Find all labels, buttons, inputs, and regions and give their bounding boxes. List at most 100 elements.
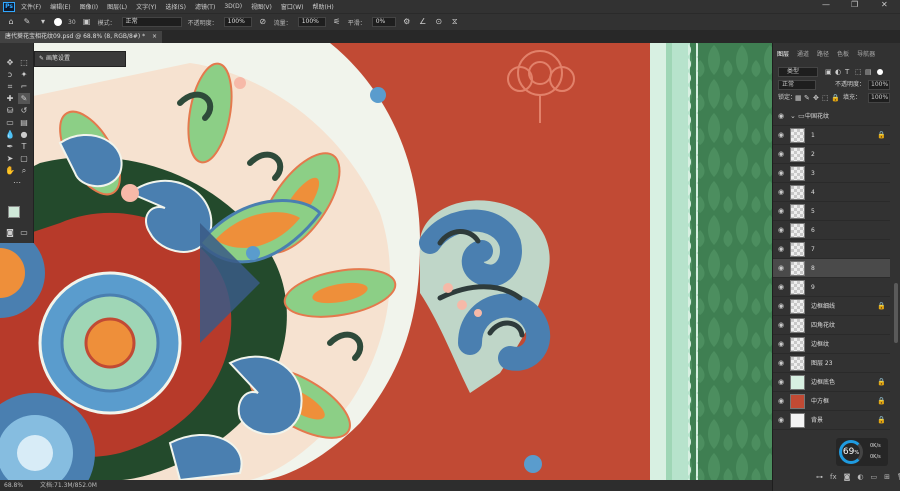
rectangle-tool-icon[interactable]: ▢ — [18, 153, 30, 164]
lock-move-icon[interactable]: ✥ — [813, 92, 819, 104]
new-layer-icon[interactable]: ⊞ — [884, 473, 890, 481]
visibility-eye-icon[interactable]: ◉ — [778, 169, 786, 177]
layer-row[interactable]: ◉ 6 — [773, 221, 890, 240]
filter-smart-icon[interactable]: ▤ — [865, 66, 872, 78]
pressure-opacity-icon[interactable]: ⊘ — [258, 17, 268, 27]
layer-row[interactable]: ◉ 8 — [773, 259, 890, 278]
visibility-eye-icon[interactable]: ◉ — [778, 340, 786, 348]
layer-row[interactable]: ◉ 4 — [773, 183, 890, 202]
eraser-icon[interactable]: ▭ — [4, 117, 16, 128]
brush-preset-picker[interactable] — [54, 18, 62, 26]
smoothing-options-gear-icon[interactable]: ⚙ — [402, 17, 412, 27]
visibility-eye-icon[interactable]: ◉ — [778, 188, 786, 196]
tab-paths[interactable]: 路径 — [817, 49, 829, 61]
layer-row[interactable]: ◉ 边框细线 🔒 — [773, 297, 890, 316]
tab-swatches[interactable]: 色板 — [837, 49, 849, 61]
magic-wand-icon[interactable]: ✦ — [18, 69, 30, 80]
menu-view[interactable]: 视图(V) — [251, 2, 272, 11]
visibility-eye-icon[interactable]: ◉ — [778, 131, 786, 139]
pen-tool-icon[interactable]: ✒ — [4, 141, 16, 152]
group-folder-icon[interactable]: ⌄ ▭ — [790, 112, 805, 120]
filter-shape-icon[interactable]: ⬚ — [855, 66, 862, 78]
filter-toggle[interactable] — [877, 69, 883, 75]
blend-mode-select[interactable]: 正常 — [778, 80, 816, 90]
visibility-eye-icon[interactable]: ◉ — [778, 321, 786, 329]
quick-mask-icon[interactable]: ◙ — [4, 227, 16, 238]
crop-tool-icon[interactable]: ⌗ — [4, 81, 16, 92]
menu-help[interactable]: 帮助(H) — [313, 2, 334, 11]
visibility-eye-icon[interactable]: ◉ — [778, 245, 786, 253]
brush-tool-icon[interactable]: ✎ — [18, 93, 30, 104]
tab-navigator[interactable]: 导航器 — [857, 49, 875, 61]
menu-3d[interactable]: 3D(D) — [224, 3, 242, 10]
fill-input[interactable]: 100% — [868, 93, 890, 103]
move-tool-icon[interactable]: ✥ — [4, 57, 16, 68]
visibility-eye-icon[interactable]: ◉ — [778, 283, 786, 291]
document-size[interactable]: 文档:71.3M/852.0M — [40, 480, 97, 491]
clone-stamp-icon[interactable]: ⛁ — [4, 105, 16, 116]
visibility-eye-icon[interactable]: ◉ — [778, 416, 786, 424]
visibility-eye-icon[interactable]: ◉ — [778, 302, 786, 310]
marquee-tool-icon[interactable]: ⬚ — [18, 57, 30, 68]
lock-pixels-icon[interactable]: ▦ — [795, 92, 802, 104]
dodge-tool-icon[interactable]: ● — [18, 129, 30, 140]
layer-row[interactable]: ◉ 1 🔒 — [773, 126, 890, 145]
screen-mode-icon[interactable]: ▭ — [18, 227, 30, 238]
link-layers-icon[interactable]: ⊶ — [816, 473, 823, 481]
zoom-tool-icon[interactable]: ⌕ — [18, 165, 30, 176]
close-tab-icon[interactable]: × — [152, 33, 157, 40]
filter-adjust-icon[interactable]: ◐ — [835, 66, 841, 78]
airbrush-icon[interactable]: ⚟ — [332, 17, 342, 27]
foreground-color-swatch[interactable] — [8, 206, 20, 218]
visibility-eye-icon[interactable]: ◉ — [778, 207, 786, 215]
zoom-level[interactable]: 68.8% — [4, 480, 23, 491]
layer-row[interactable]: ◉ 5 — [773, 202, 890, 221]
brush-settings-panel[interactable]: ✎ 画笔设置 — [34, 51, 126, 67]
menu-type[interactable]: 文字(Y) — [136, 2, 156, 11]
minimize-button[interactable]: — — [822, 0, 830, 9]
layer-row[interactable]: ◉ 7 — [773, 240, 890, 259]
flow-input[interactable]: 100% — [297, 17, 326, 27]
close-button[interactable]: ✕ — [881, 0, 888, 9]
symmetry-icon[interactable]: ⧖ — [450, 17, 460, 27]
hand-tool-icon[interactable]: ✋ — [4, 165, 16, 176]
edit-toolbar-icon[interactable]: ⋯ — [11, 177, 23, 188]
lock-artboard-icon[interactable]: ⬚ — [822, 92, 829, 104]
layer-style-icon[interactable]: fx — [830, 473, 837, 481]
lock-paint-icon[interactable]: ✎ — [804, 92, 810, 104]
gradient-icon[interactable]: ▤ — [18, 117, 30, 128]
menu-edit[interactable]: 编辑(E) — [50, 2, 70, 11]
visibility-eye-icon[interactable]: ◉ — [778, 150, 786, 158]
type-tool-icon[interactable]: T — [18, 141, 30, 152]
layer-filter-select[interactable]: 类型 — [778, 67, 818, 77]
menu-select[interactable]: 选择(S) — [165, 2, 186, 11]
layer-row[interactable]: ◉ 四角花纹 — [773, 316, 890, 335]
brush-settings-icon[interactable]: ▣ — [82, 17, 92, 27]
visibility-eye-icon[interactable]: ◉ — [778, 397, 786, 405]
smoothing-input[interactable]: 0% — [371, 17, 396, 27]
lock-all-icon[interactable]: 🔒 — [831, 92, 840, 104]
maximize-button[interactable]: ❐ — [851, 0, 858, 9]
layer-row[interactable]: ◉ 图层 23 — [773, 354, 890, 373]
pressure-size-icon[interactable]: ⊙ — [434, 17, 444, 27]
layer-row[interactable]: ◉ 边框纹 — [773, 335, 890, 354]
filter-pixel-icon[interactable]: ▣ — [825, 66, 832, 78]
layer-opacity-input[interactable]: 100% — [868, 80, 890, 90]
layer-row[interactable]: ◉ 中方框 🔒 — [773, 392, 890, 411]
menu-image[interactable]: 图像(I) — [80, 2, 98, 11]
visibility-eye-icon[interactable]: ◉ — [778, 359, 786, 367]
home-icon[interactable]: ⌂ — [6, 17, 16, 27]
menu-layer[interactable]: 图层(L) — [107, 2, 127, 11]
tab-layers[interactable]: 图层 — [777, 49, 789, 61]
layer-row[interactable]: ◉ 3 — [773, 164, 890, 183]
filter-type-icon[interactable]: T — [845, 66, 849, 78]
visibility-eye-icon[interactable]: ◉ — [778, 264, 786, 272]
menu-window[interactable]: 窗口(W) — [281, 2, 304, 11]
layer-row[interactable]: ◉ 9 — [773, 278, 890, 297]
menu-filter[interactable]: 滤镜(T) — [195, 2, 215, 11]
add-mask-icon[interactable]: ◙ — [844, 473, 851, 481]
brush-tool-icon[interactable]: ✎ — [22, 17, 32, 27]
visibility-eye-icon[interactable]: ◉ — [778, 378, 786, 386]
path-select-icon[interactable]: ➤ — [4, 153, 16, 164]
blur-tool-icon[interactable]: 💧 — [4, 129, 16, 140]
